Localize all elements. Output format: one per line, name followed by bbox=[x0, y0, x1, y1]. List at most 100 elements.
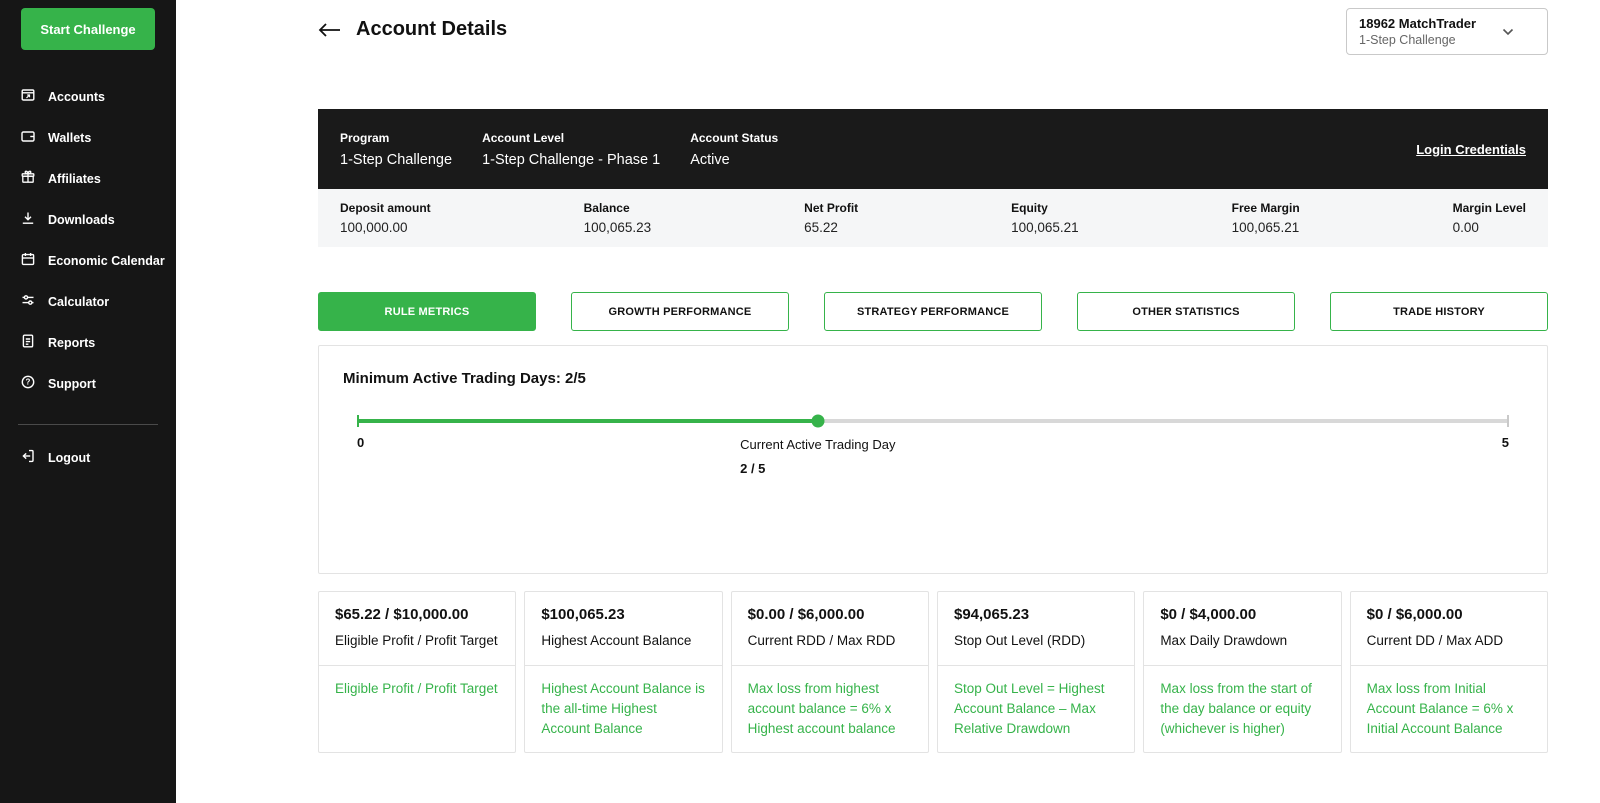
sidebar-item-reports[interactable]: Reports bbox=[0, 322, 176, 363]
slider-track bbox=[357, 414, 1509, 428]
stat-value: 100,065.21 bbox=[1011, 220, 1079, 235]
login-credentials-link[interactable]: Login Credentials bbox=[1416, 142, 1526, 157]
slider-max-label: 5 bbox=[1501, 435, 1509, 450]
stat-value: 65.22 bbox=[804, 220, 838, 235]
account-info-bar: Program 1-Step Challenge Account Level 1… bbox=[318, 109, 1548, 189]
metric-card-description: Stop Out Level = Highest Account Balance… bbox=[937, 664, 1135, 753]
downloads-icon bbox=[20, 210, 36, 229]
support-icon: ? bbox=[20, 374, 36, 393]
sidebar-item-label: Calculator bbox=[48, 294, 110, 309]
account-selector-dropdown[interactable]: 18962 MatchTrader 1-Step Challenge bbox=[1346, 8, 1548, 55]
stat-label: Free Margin bbox=[1231, 201, 1300, 215]
metric-card-max-daily-drawdown: $0 / $4,000.00 Max Daily Drawdown Max lo… bbox=[1143, 591, 1342, 754]
chevron-down-icon bbox=[1502, 23, 1514, 41]
sidebar-item-label: Reports bbox=[48, 335, 96, 350]
accounts-icon bbox=[20, 87, 36, 106]
stat-label: Net Profit bbox=[804, 201, 859, 215]
stat-label: Margin Level bbox=[1452, 201, 1526, 215]
stat-value: 100,065.23 bbox=[583, 220, 652, 235]
page-title: Account Details bbox=[356, 18, 508, 40]
reports-icon bbox=[20, 333, 36, 352]
affiliates-icon bbox=[20, 169, 36, 188]
metric-card-description: Max loss from highest account balance = … bbox=[731, 664, 928, 753]
wallets-icon bbox=[20, 128, 36, 147]
metric-card-top: $0.00 / $6,000.00 Current RDD / Max RDD bbox=[732, 592, 928, 665]
app-root: Start Challenge Accounts Wallets Affilia… bbox=[0, 0, 1600, 803]
slider-current-value: 2 / 5 bbox=[740, 461, 766, 476]
metric-card-top: $0 / $4,000.00 Max Daily Drawdown bbox=[1144, 592, 1340, 665]
trading-days-card: Minimum Active Trading Days: 2/5 0 5 Cur… bbox=[318, 345, 1548, 574]
metric-card-value: $0 / $6,000.00 bbox=[1366, 606, 1463, 623]
trading-days-slider: 0 5 Current Active Trading Day 2 / 5 bbox=[357, 414, 1509, 539]
slider-labels: 0 5 bbox=[357, 435, 1509, 450]
economic-calendar-icon bbox=[20, 251, 36, 270]
slider-end-tick bbox=[1507, 415, 1509, 427]
metric-card-value: $100,065.23 bbox=[541, 606, 625, 623]
metric-card-top: $0 / $6,000.00 Current DD / Max ADD bbox=[1351, 592, 1547, 665]
tab-growth-performance[interactable]: GROWTH PERFORMANCE bbox=[571, 292, 789, 331]
sidebar-item-affiliates[interactable]: Affiliates bbox=[0, 158, 176, 199]
field-label: Program bbox=[340, 130, 390, 145]
account-selector-text: 18962 MatchTrader 1-Step Challenge bbox=[1359, 16, 1476, 47]
sidebar: Start Challenge Accounts Wallets Affilia… bbox=[0, 0, 176, 803]
metric-card-label: Max Daily Drawdown bbox=[1160, 633, 1288, 648]
stat-balance: Balance 100,065.23 bbox=[584, 201, 652, 235]
stat-label: Balance bbox=[583, 201, 630, 215]
metric-card-top: $100,065.23 Highest Account Balance bbox=[525, 592, 721, 665]
metric-card-eligible-profit: $65.22 / $10,000.00 Eligible Profit / Pr… bbox=[318, 591, 517, 754]
sidebar-item-downloads[interactable]: Downloads bbox=[0, 199, 176, 240]
metric-card-label: Current DD / Max ADD bbox=[1366, 633, 1504, 648]
logout-icon bbox=[20, 448, 36, 467]
sidebar-item-wallets[interactable]: Wallets bbox=[0, 117, 176, 158]
metric-card-label: Stop Out Level (RDD) bbox=[953, 633, 1086, 648]
metric-card-description: Max loss from Initial Account Balance = … bbox=[1350, 664, 1547, 753]
metric-card-top: $65.22 / $10,000.00 Eligible Profit / Pr… bbox=[319, 592, 515, 665]
metric-card-label: Eligible Profit / Profit Target bbox=[335, 633, 498, 648]
tab-rule-metrics[interactable]: RULE METRICS bbox=[318, 292, 536, 331]
trading-days-title: Minimum Active Trading Days: 2/5 bbox=[343, 370, 586, 387]
slider-thumb[interactable] bbox=[811, 414, 825, 428]
metric-card-stop-out-level: $94,065.23 Stop Out Level (RDD) Stop Out… bbox=[936, 591, 1136, 754]
metric-card-label: Current RDD / Max RDD bbox=[747, 633, 896, 648]
account-selector-line2: 1-Step Challenge bbox=[1359, 33, 1456, 47]
main-content: Account Details 18962 MatchTrader 1-Step… bbox=[176, 0, 1600, 803]
field-value: 1-Step Challenge - Phase 1 bbox=[482, 151, 661, 168]
metric-card-top: $94,065.23 Stop Out Level (RDD) bbox=[938, 592, 1134, 665]
sidebar-item-calculator[interactable]: Calculator bbox=[0, 281, 176, 322]
account-selector-line1: 18962 MatchTrader bbox=[1359, 16, 1477, 31]
start-challenge-button[interactable]: Start Challenge bbox=[21, 8, 155, 50]
tab-strategy-performance[interactable]: STRATEGY PERFORMANCE bbox=[824, 292, 1042, 331]
stat-margin-level: Margin Level 0.00 bbox=[1453, 201, 1526, 235]
slider-start-tick bbox=[357, 415, 359, 427]
tab-other-statistics[interactable]: OTHER STATISTICS bbox=[1077, 292, 1295, 331]
sidebar-item-accounts[interactable]: Accounts bbox=[0, 76, 176, 117]
metric-card-value: $94,065.23 bbox=[953, 606, 1030, 623]
metric-card-label: Highest Account Balance bbox=[541, 633, 692, 648]
sidebar-item-logout[interactable]: Logout bbox=[0, 437, 176, 478]
metric-card-current-dd: $0 / $6,000.00 Current DD / Max ADD Max … bbox=[1349, 591, 1548, 754]
metric-card-description: Highest Account Balance is the all-time … bbox=[525, 664, 722, 753]
stat-value: 100,000.00 bbox=[340, 220, 408, 235]
sidebar-item-label: Downloads bbox=[48, 212, 115, 227]
sidebar-item-label: Support bbox=[48, 376, 96, 391]
tab-trade-history[interactable]: TRADE HISTORY bbox=[1330, 292, 1548, 331]
metric-card-description: Eligible Profit / Profit Target bbox=[319, 664, 516, 753]
sidebar-item-support[interactable]: ? Support bbox=[0, 363, 176, 404]
metric-card-value: $0.00 / $6,000.00 bbox=[747, 606, 865, 623]
metric-card-highest-balance: $100,065.23 Highest Account Balance High… bbox=[524, 591, 723, 754]
back-arrow-icon[interactable] bbox=[318, 22, 342, 38]
sidebar-item-label: Economic Calendar bbox=[48, 253, 165, 268]
header-left: Account Details bbox=[318, 8, 507, 41]
stat-value: 100,065.21 bbox=[1231, 220, 1300, 235]
stat-net-profit: Net Profit 65.22 bbox=[804, 201, 858, 235]
sidebar-divider bbox=[18, 424, 158, 425]
metric-card-value: $0 / $4,000.00 bbox=[1160, 606, 1257, 623]
calculator-icon bbox=[20, 292, 36, 311]
sidebar-item-economic-calendar[interactable]: Economic Calendar bbox=[0, 240, 176, 281]
field-value: Active bbox=[690, 151, 730, 168]
field-program: Program 1-Step Challenge bbox=[340, 131, 452, 168]
stat-label: Deposit amount bbox=[340, 201, 431, 215]
sidebar-item-label: Logout bbox=[48, 450, 91, 465]
svg-text:?: ? bbox=[26, 378, 31, 387]
metric-card-current-rdd: $0.00 / $6,000.00 Current RDD / Max RDD … bbox=[730, 591, 929, 754]
